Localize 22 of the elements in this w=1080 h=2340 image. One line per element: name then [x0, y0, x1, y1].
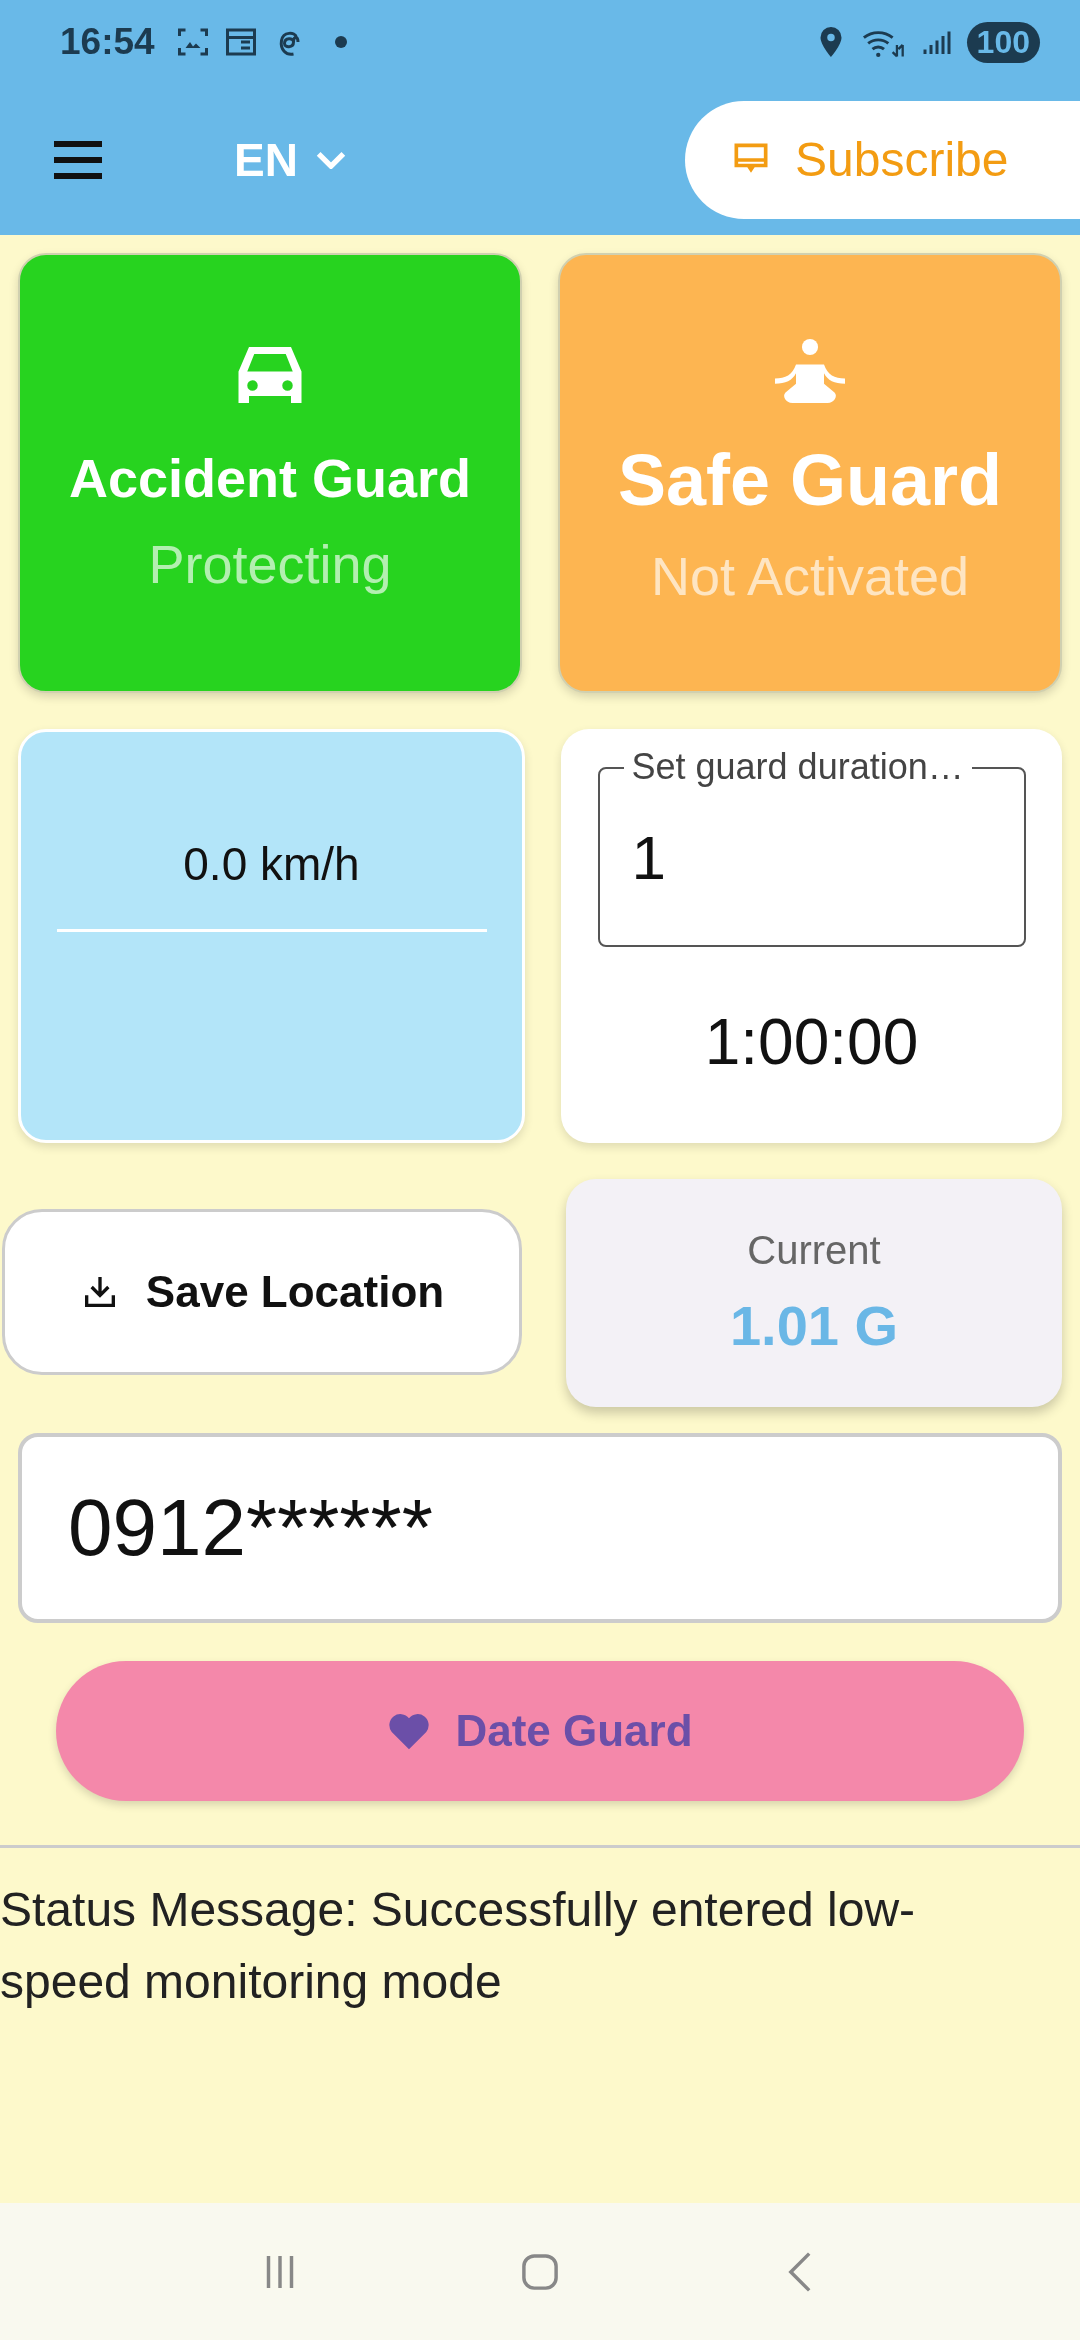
heart-icon — [387, 1711, 432, 1751]
guard-status: Not Activated — [650, 545, 970, 607]
g-force-label: Current — [747, 1228, 881, 1273]
save-location-button[interactable]: Save Location — [2, 1209, 522, 1375]
notification-dot-icon — [334, 36, 347, 48]
chevron-down-icon — [315, 150, 346, 169]
guard-title: Accident Guard — [68, 447, 472, 509]
guard-title: Safe Guard — [617, 439, 1003, 521]
status-message: Status Message: Successfully entered low-speed monitoring mode — [0, 1882, 917, 2010]
language-dropdown[interactable]: EN — [234, 132, 346, 187]
subscribe-button[interactable]: Subscribe — [685, 100, 1080, 219]
menu-icon[interactable] — [52, 139, 104, 180]
g-force-value: 1.01 G — [729, 1293, 899, 1358]
guard-card[interactable]: Safe Guard Not Activated — [558, 253, 1062, 693]
date-guard-button[interactable]: Date Guard — [56, 1661, 1024, 1801]
battery-level: 100 — [966, 21, 1040, 63]
countdown-timer: 1:00:00 — [704, 1005, 919, 1079]
status-time: 16:54 — [60, 21, 155, 63]
guard-status: Protecting — [148, 533, 392, 595]
phone-field[interactable]: 0912****** — [18, 1433, 1062, 1623]
speed-reading: 0.0 km/h — [183, 837, 360, 891]
guard-card[interactable]: Accident Guard Protecting — [18, 253, 522, 693]
